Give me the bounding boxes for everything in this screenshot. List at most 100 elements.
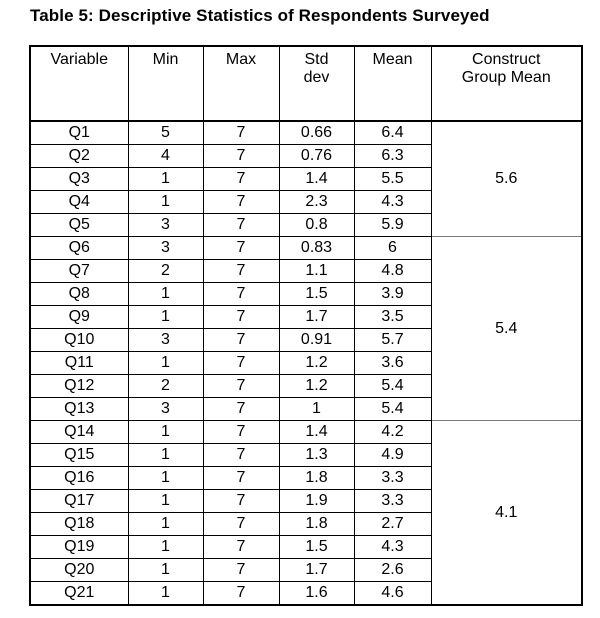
cell-std-dev: 1.8 — [278, 512, 355, 536]
cell-variable: Q9 — [29, 305, 129, 329]
table-title: Table 5: Descriptive Statistics of Respo… — [30, 6, 490, 25]
cell-min: 1 — [127, 466, 204, 490]
cell-variable: Q3 — [29, 167, 129, 191]
cell-max: 7 — [202, 397, 280, 421]
cell-min: 5 — [127, 120, 204, 145]
cell-max: 7 — [202, 466, 280, 490]
cell-std-dev: 1.6 — [278, 581, 355, 605]
cell-max: 7 — [202, 259, 280, 283]
cell-min: 3 — [127, 236, 204, 260]
cell-max: 7 — [202, 120, 280, 145]
cell-min: 1 — [127, 489, 204, 513]
cell-std-dev: 1.7 — [278, 558, 355, 582]
cell-std-dev: 1.9 — [278, 489, 355, 513]
cell-mean: 6 — [353, 236, 432, 260]
cell-min: 1 — [127, 443, 204, 467]
cell-mean: 6.4 — [353, 120, 432, 145]
cell-mean: 4.3 — [353, 535, 432, 559]
cell-std-dev: 0.91 — [278, 328, 355, 352]
cell-variable: Q16 — [29, 466, 129, 490]
cell-max: 7 — [202, 328, 280, 352]
cell-std-dev: 0.83 — [278, 236, 355, 260]
cell-min: 1 — [127, 558, 204, 582]
header-row: Variable Min Max Std dev Mean Construct Gr… — [29, 46, 583, 122]
cell-mean: 2.7 — [353, 512, 432, 536]
cell-mean: 4.9 — [353, 443, 432, 467]
cell-mean: 3.3 — [353, 489, 432, 513]
cell-construct-group-mean: 4.1 — [430, 420, 583, 605]
cell-mean: 3.6 — [353, 351, 432, 375]
cell-min: 1 — [127, 420, 204, 444]
cell-max: 7 — [202, 190, 280, 214]
cell-std-dev: 1.5 — [278, 282, 355, 306]
table-row: Q14 1 7 1.4 4.2 4.1 — [29, 420, 583, 605]
cell-std-dev: 1.8 — [278, 466, 355, 490]
cell-std-dev: 2.3 — [278, 190, 355, 214]
table-row: Q1 5 7 0.66 6.4 5.6 — [29, 120, 583, 237]
cell-std-dev: 1.2 — [278, 351, 355, 375]
cell-mean: 4.6 — [353, 581, 432, 605]
cell-mean: 5.9 — [353, 213, 432, 237]
cell-variable: Q15 — [29, 443, 129, 467]
header-std-dev: Std dev — [278, 46, 355, 122]
cell-max: 7 — [202, 420, 280, 444]
cell-variable: Q19 — [29, 535, 129, 559]
cell-max: 7 — [202, 558, 280, 582]
cell-std-dev: 1.4 — [278, 167, 355, 191]
cell-mean: 5.7 — [353, 328, 432, 352]
cell-max: 7 — [202, 374, 280, 398]
cell-max: 7 — [202, 305, 280, 329]
cell-min: 1 — [127, 512, 204, 536]
header-variable: Variable — [29, 46, 129, 122]
header-min: Min — [127, 46, 204, 122]
cell-variable: Q2 — [29, 144, 129, 168]
cell-mean: 3.5 — [353, 305, 432, 329]
cell-max: 7 — [202, 581, 280, 605]
cell-min: 1 — [127, 305, 204, 329]
cell-variable: Q18 — [29, 512, 129, 536]
cell-mean: 4.8 — [353, 259, 432, 283]
cell-variable: Q14 — [29, 420, 129, 444]
cell-max: 7 — [202, 489, 280, 513]
cell-std-dev: 1.1 — [278, 259, 355, 283]
header-construct-group-mean: Construct Group Mean — [430, 46, 583, 122]
cell-min: 1 — [127, 167, 204, 191]
cell-std-dev: 1.3 — [278, 443, 355, 467]
cell-std-dev: 1.7 — [278, 305, 355, 329]
cell-mean: 2.6 — [353, 558, 432, 582]
cell-max: 7 — [202, 535, 280, 559]
cell-mean: 6.3 — [353, 144, 432, 168]
cell-min: 4 — [127, 144, 204, 168]
descriptive-statistics-table: Variable Min Max Std dev Mean Construct Gr… — [29, 45, 583, 606]
cell-max: 7 — [202, 512, 280, 536]
cell-std-dev: 1.4 — [278, 420, 355, 444]
cell-std-dev: 0.8 — [278, 213, 355, 237]
cell-variable: Q1 — [29, 120, 129, 145]
cell-variable: Q5 — [29, 213, 129, 237]
cell-max: 7 — [202, 213, 280, 237]
cell-min: 3 — [127, 213, 204, 237]
cell-min: 3 — [127, 328, 204, 352]
cell-mean: 4.3 — [353, 190, 432, 214]
cell-std-dev: 1 — [278, 397, 355, 421]
cell-variable: Q13 — [29, 397, 129, 421]
cell-variable: Q8 — [29, 282, 129, 306]
cell-max: 7 — [202, 167, 280, 191]
cell-construct-group-mean: 5.6 — [430, 120, 583, 237]
cell-variable: Q10 — [29, 328, 129, 352]
cell-mean: 5.4 — [353, 374, 432, 398]
cell-min: 2 — [127, 259, 204, 283]
cell-min: 1 — [127, 190, 204, 214]
cell-variable: Q12 — [29, 374, 129, 398]
cell-max: 7 — [202, 236, 280, 260]
cell-variable: Q11 — [29, 351, 129, 375]
cell-min: 1 — [127, 351, 204, 375]
cell-mean: 3.9 — [353, 282, 432, 306]
cell-std-dev: 0.66 — [278, 120, 355, 145]
cell-variable: Q7 — [29, 259, 129, 283]
cell-min: 1 — [127, 535, 204, 559]
cell-mean: 5.5 — [353, 167, 432, 191]
cell-variable: Q4 — [29, 190, 129, 214]
cell-min: 2 — [127, 374, 204, 398]
table-row: Q6 3 7 0.83 6 5.4 — [29, 236, 583, 421]
